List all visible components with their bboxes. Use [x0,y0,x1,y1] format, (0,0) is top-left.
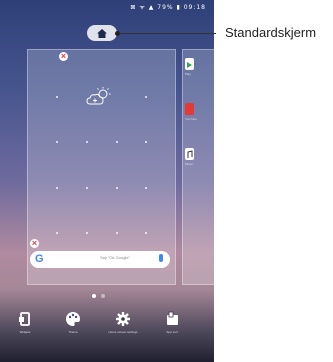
page-dot [101,294,105,298]
page-indicator [92,294,106,299]
tool-label: Widgets [19,330,31,334]
tool-label: App sort [166,330,178,334]
widgets-icon [19,312,30,326]
grid-dot [56,96,58,98]
status-icons: ⊠ ᯤ ▲ 79% ▮ 09:18 [130,4,206,11]
youtube-icon[interactable] [185,103,194,115]
callout-label: Standardskjerm [225,25,317,40]
delete-widget-weather-badge[interactable] [59,52,68,61]
page-dot-current [92,294,96,298]
home-screen-button[interactable] [87,25,117,41]
gear-icon [116,312,130,326]
side-app-label: Music [185,162,193,166]
grid-dot [145,96,147,98]
grid-dot [116,232,118,234]
grid-dot [56,187,58,189]
home-screen-page-preview[interactable] [27,49,176,285]
delete-widget-search-badge[interactable] [30,239,39,248]
widgets-button[interactable]: Widgets [10,311,40,334]
tool-label: Home screen settings [108,330,138,334]
home-icon [97,28,107,38]
grid-dot [56,232,58,234]
weather-sun-cloud-icon [86,87,111,105]
side-app-label: YouTube [185,117,197,121]
grid-dot [86,187,88,189]
side-app-label: Play [185,72,191,76]
theme-button[interactable]: Theme [58,311,88,334]
home-screen-settings-button[interactable]: Home screen settings [108,311,138,334]
play-store-icon[interactable] [185,58,194,70]
music-icon[interactable] [185,148,194,160]
palette-icon [66,312,80,326]
grid-dot [145,187,147,189]
google-search-widget[interactable]: G Say "Ok Google" [30,251,170,268]
grid-dot [116,187,118,189]
grid-dot [145,141,147,143]
app-sort-button[interactable]: App sort [157,311,187,334]
search-hint: Say "Ok Google" [100,255,130,260]
grid-dot [86,141,88,143]
status-bar: ⊠ ᯤ ▲ 79% ▮ 09:18 [0,0,214,14]
grid-dot [56,141,58,143]
mic-icon[interactable] [159,254,163,262]
next-page-preview[interactable] [182,49,214,285]
callout-line [120,33,216,34]
grid-dot [116,141,118,143]
grid-dot [145,232,147,234]
grid-dot [86,232,88,234]
phone-screen: ⊠ ᯤ ▲ 79% ▮ 09:18 G Say "Ok Google" Play… [0,0,214,362]
google-logo: G [35,253,44,265]
tool-label: Theme [68,330,78,334]
app-sort-icon [167,311,178,325]
